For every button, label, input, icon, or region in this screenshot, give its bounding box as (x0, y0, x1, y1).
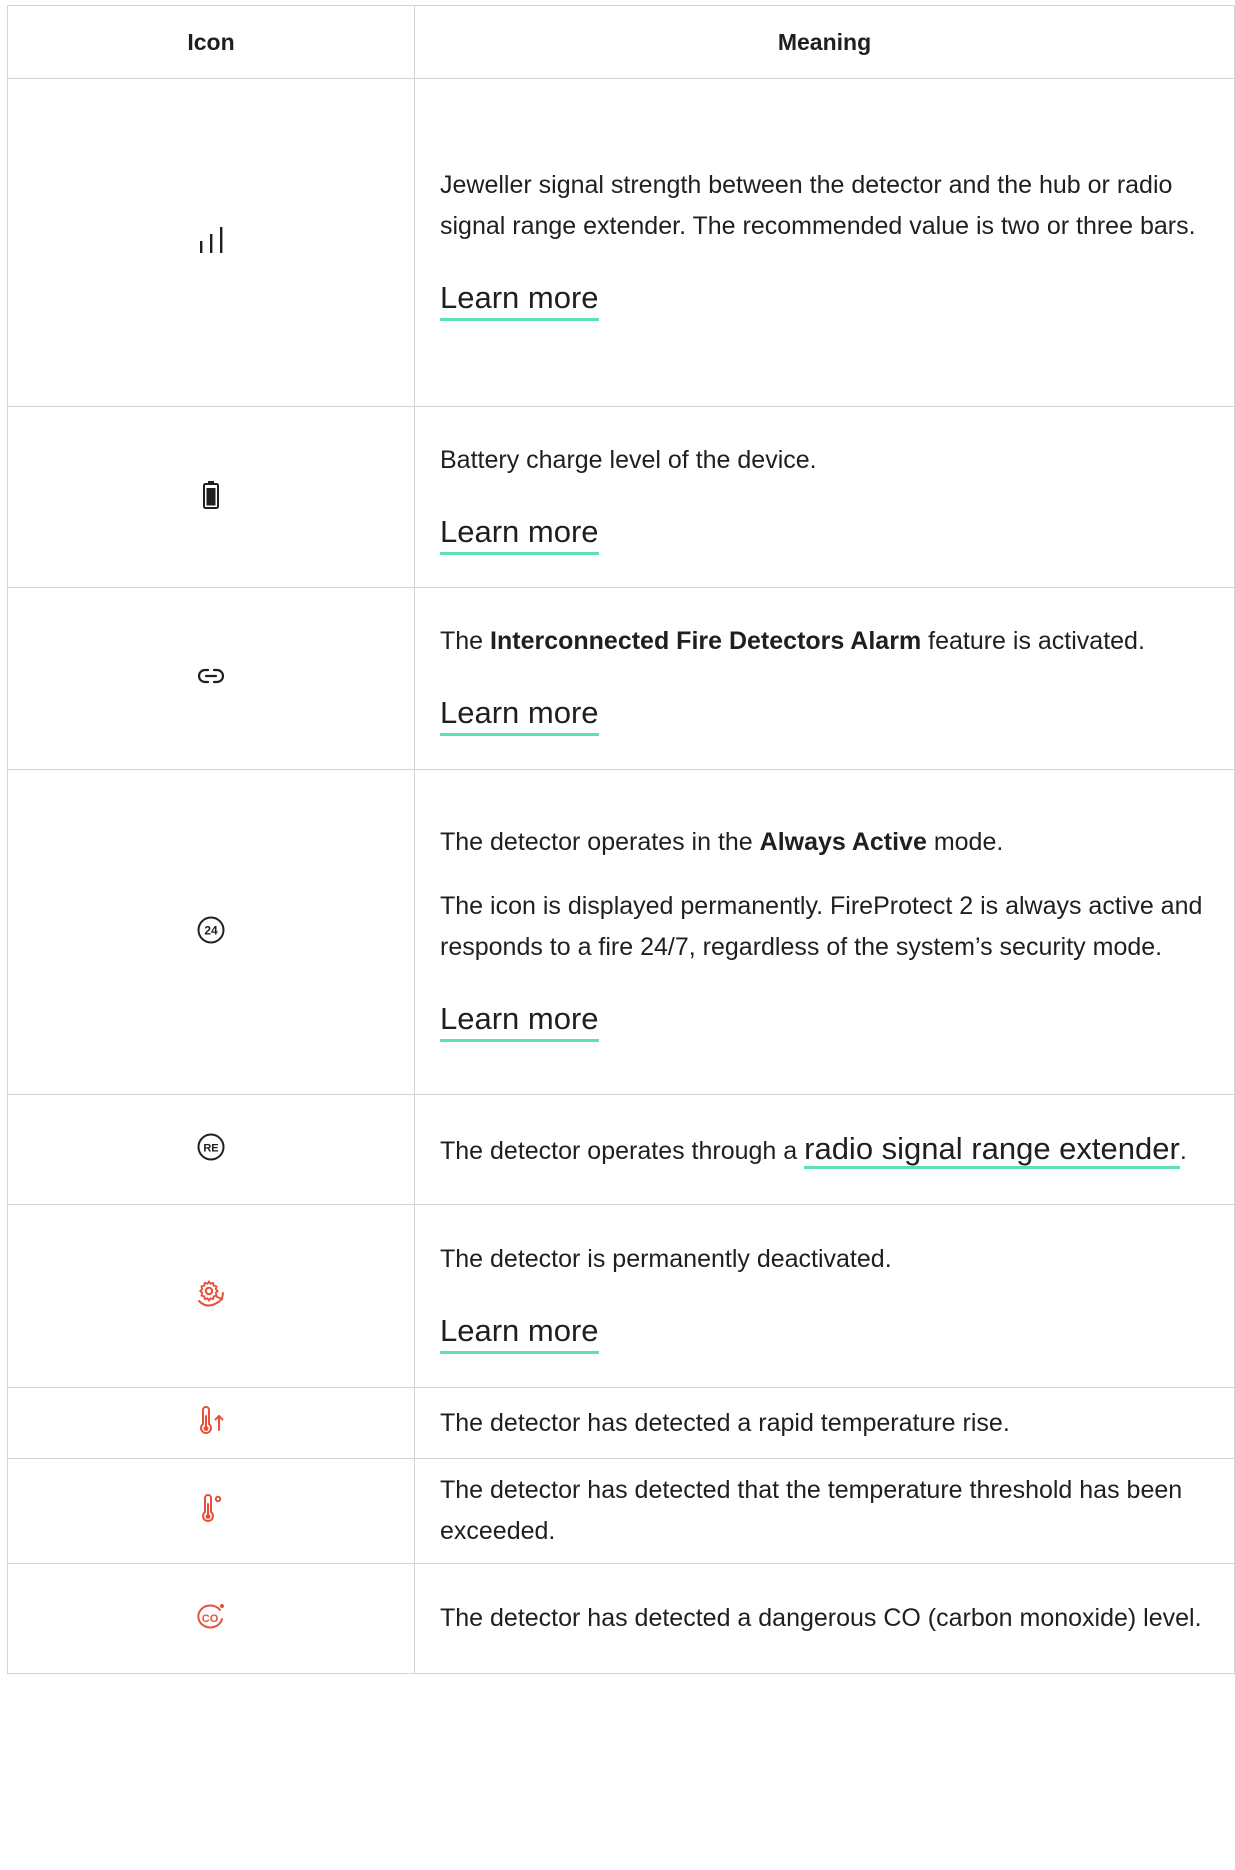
range-extender-link[interactable]: radio signal range extender (804, 1130, 1180, 1169)
learn-more-link[interactable]: Learn more (440, 695, 599, 736)
range-extender-icon: RE (197, 1133, 225, 1166)
row-meaning-text: The Interconnected Fire Detectors Alarm … (440, 627, 1145, 655)
table-row: RE The detector operates through a radio… (7, 1094, 1235, 1205)
table-row: CO The detector has detected a dangerous… (7, 1563, 1235, 1674)
co-icon: CO (196, 1602, 226, 1635)
header-meaning: Meaning (414, 5, 1235, 79)
table-header-row: Icon Meaning (7, 5, 1235, 79)
table-row: Jeweller signal strength between the det… (7, 78, 1235, 407)
signal-strength-icon (198, 227, 224, 258)
temperature-threshold-icon (199, 1493, 223, 1529)
table-row: The detector is permanently deactivated.… (7, 1204, 1235, 1388)
row-meaning-text-2: The icon is displayed permanently. FireP… (440, 892, 1203, 961)
permanently-deactivated-icon (195, 1279, 227, 1314)
table-row: The Interconnected Fire Detectors Alarm … (7, 587, 1235, 770)
feature-name: Interconnected Fire Detectors Alarm (490, 627, 922, 655)
table-row: The detector has detected a rapid temper… (7, 1387, 1235, 1459)
svg-text:CO: CO (202, 1613, 219, 1625)
icons-table: Icon Meaning Jeweller signal strength be… (7, 5, 1235, 1674)
link-icon (197, 667, 225, 690)
row-meaning-text: The detector has detected that the tempe… (440, 1476, 1183, 1545)
learn-more-link[interactable]: Learn more (440, 514, 599, 555)
svg-text:RE: RE (203, 1143, 218, 1155)
row-meaning-text: The detector operates through a radio si… (440, 1127, 1212, 1173)
table-row: Battery charge level of the device. Lear… (7, 406, 1235, 588)
always-active-24-icon: 24 (197, 916, 225, 949)
row-meaning-text: The detector has detected a dangerous CO… (440, 1604, 1202, 1632)
battery-icon (203, 480, 219, 514)
row-meaning-text: Battery charge level of the device. (440, 445, 817, 474)
row-meaning-text: Jeweller signal strength between the det… (440, 170, 1196, 240)
table-row: The detector has detected that the tempe… (7, 1458, 1235, 1564)
learn-more-link[interactable]: Learn more (440, 280, 599, 321)
mode-name: Always Active (759, 828, 927, 856)
header-icon: Icon (7, 5, 415, 79)
svg-text:24: 24 (204, 923, 218, 937)
learn-more-link[interactable]: Learn more (440, 1313, 599, 1354)
row-meaning-text: The detector operates in the Always Acti… (440, 828, 1004, 856)
temperature-rise-icon (197, 1405, 225, 1441)
learn-more-link[interactable]: Learn more (440, 1001, 599, 1042)
table-row: 24 The detector operates in the Always A… (7, 769, 1235, 1095)
row-meaning-text: The detector has detected a rapid temper… (440, 1408, 1010, 1437)
row-meaning-text: The detector is permanently deactivated. (440, 1244, 892, 1273)
